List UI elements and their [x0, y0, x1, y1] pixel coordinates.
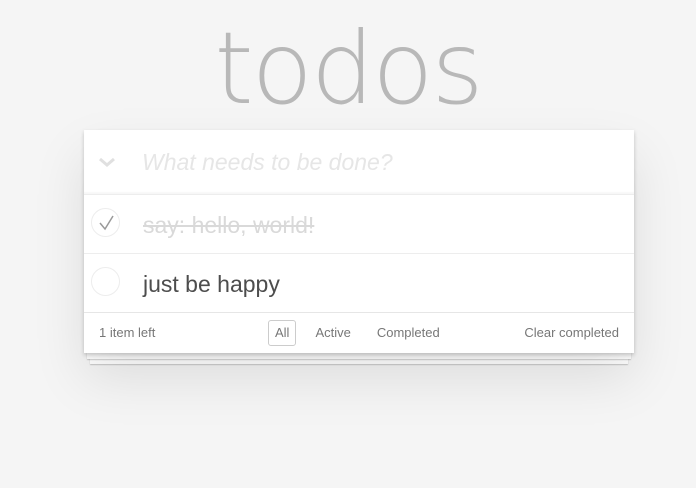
todo-checkbox-checked[interactable]: [91, 208, 120, 237]
filters: All Active Completed: [268, 320, 447, 346]
app-title: todos: [214, 10, 483, 127]
new-todo-input[interactable]: [142, 130, 622, 194]
check-icon: [99, 215, 114, 231]
todo-app: say: hello, world! just be happy 1 item …: [84, 130, 634, 353]
todo-item: say: hello, world!: [84, 194, 634, 253]
footer: 1 item left All Active Completed Clear c…: [84, 312, 634, 353]
items-left-count: 1 item left: [99, 325, 156, 340]
stack-shadow: [87, 352, 631, 359]
toggle-all-chevron-icon[interactable]: [96, 148, 118, 176]
todo-label[interactable]: just be happy: [143, 254, 280, 314]
clear-completed-button[interactable]: Clear completed: [524, 325, 619, 340]
header: [84, 130, 634, 194]
filter-active[interactable]: Active: [308, 320, 357, 346]
todo-item: just be happy: [84, 253, 634, 312]
todo-label[interactable]: say: hello, world!: [143, 195, 314, 255]
filter-completed[interactable]: Completed: [370, 320, 447, 346]
todo-checkbox[interactable]: [91, 267, 120, 296]
filter-all[interactable]: All: [268, 320, 297, 346]
